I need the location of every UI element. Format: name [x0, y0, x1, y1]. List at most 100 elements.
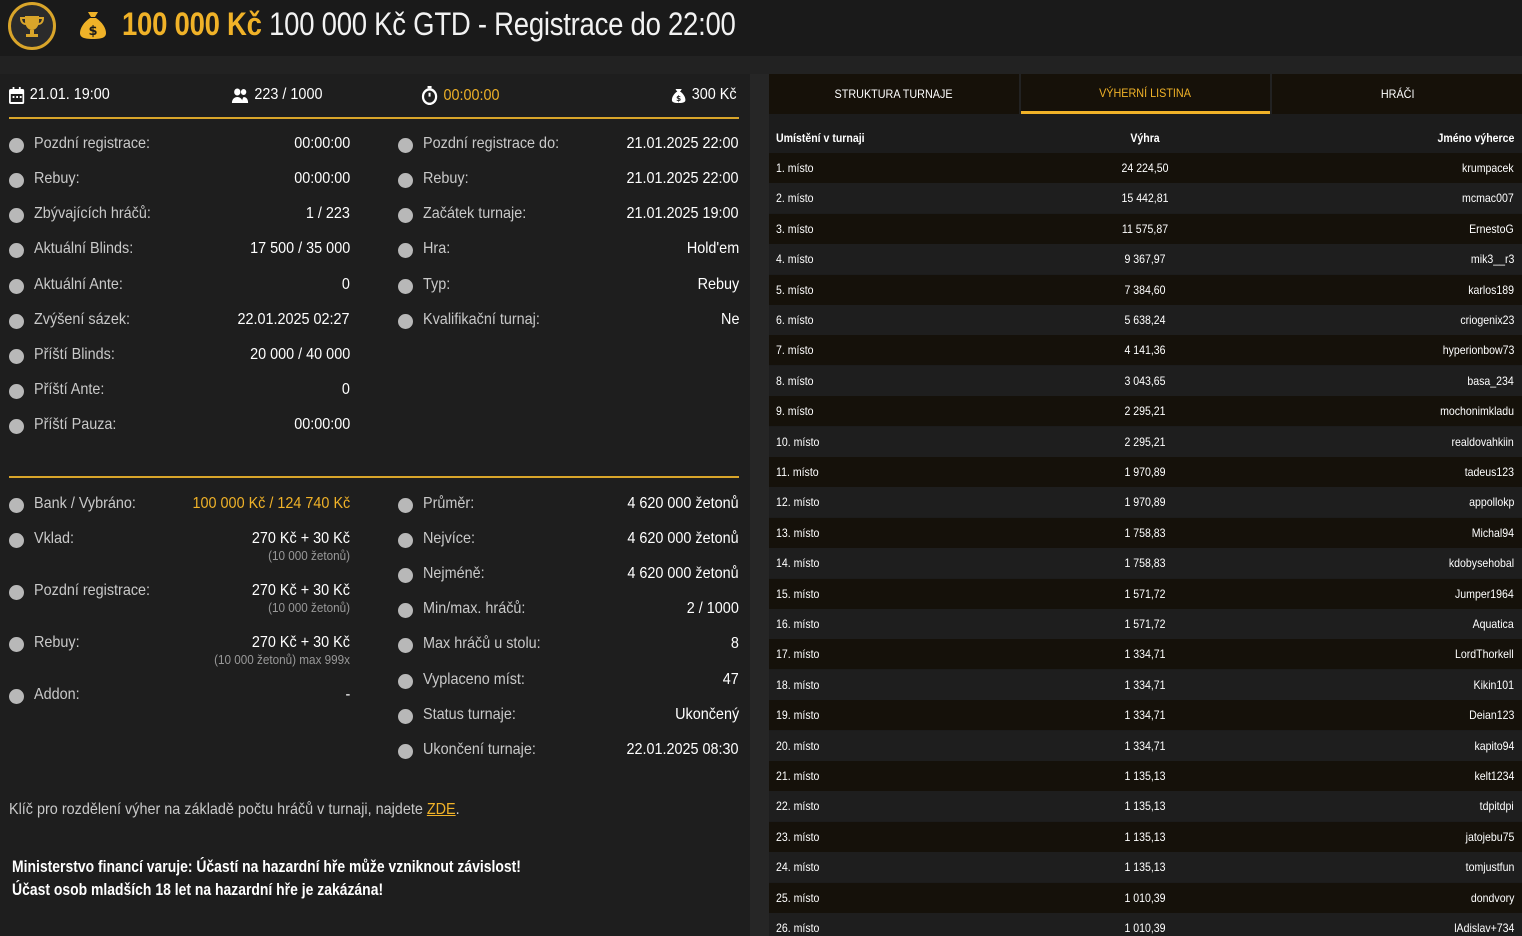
stack-average: Průměr: 4 620 000 žetonů: [398, 495, 739, 517]
cell-place: 4. místo: [776, 252, 814, 267]
summary-buyin-text: 300 Kč: [691, 86, 737, 103]
chips-icon: [9, 243, 24, 258]
table-icon: [398, 638, 413, 653]
money-late-registration: Pozdní registrace: 270 Kč + 30 Kč (10 000 …: [9, 582, 350, 615]
info-label: Zbývajících hráčů:: [34, 205, 151, 222]
cell-winner: tomjustfun: [1465, 860, 1514, 875]
summary-date: 21.01. 19:00: [9, 86, 110, 104]
money-rebuy: Rebuy: 270 Kč + 30 Kč (10 000 žetonů) max …: [9, 634, 350, 667]
cell-prize: 4 141,36: [1124, 343, 1166, 358]
payout-key-link[interactable]: ZDE: [427, 801, 456, 818]
tab-label: HRÁČI: [1380, 87, 1414, 101]
cell-place: 22. místo: [776, 799, 820, 814]
cell-place: 6. místo: [776, 313, 814, 327]
cell-place: 7. místo: [776, 343, 814, 358]
chips-icon: [9, 637, 24, 652]
money-value: 270 Kč + 30 Kč: [251, 530, 350, 547]
info-type: Typ: Rebuy: [398, 276, 739, 298]
chip-icon: [398, 568, 413, 583]
max-players-table: Max hráčů u stolu: 8: [398, 635, 739, 657]
money-label: Průměr:: [423, 495, 475, 512]
money-label: Nejméně:: [423, 565, 485, 582]
medal-icon: [398, 314, 413, 329]
cell-winner: mochonimkladu: [1440, 404, 1514, 419]
money-deposit: Vklad: 270 Kč + 30 Kč (10 000 žetonů): [9, 530, 350, 563]
cell-prize: 3 043,65: [1124, 373, 1166, 388]
tournament-info-panel: 21.01. 19:00 223 / 1000 00:00:00 $ 300 K…: [0, 74, 750, 936]
cell-prize: 1 135,13: [1124, 829, 1166, 844]
tournament-status: Status turnaje: Ukončený: [398, 706, 739, 728]
cell-winner: hyperionbow73: [1442, 343, 1514, 358]
divider: [9, 117, 739, 119]
info-label: Zvýšení sázek:: [34, 311, 131, 328]
money-sub: (10 000 žetonů) max 999x: [214, 652, 350, 667]
money-value: 4 620 000 žetonů: [627, 495, 739, 512]
chips-icon: [9, 173, 24, 188]
table-row: 11. místo 1 970,89 tadeus123: [769, 457, 1522, 487]
user-icon: [9, 138, 24, 153]
cell-prize: 1 758,83: [1124, 525, 1166, 540]
money-value: 8: [730, 635, 739, 652]
info-label: Kvalifikační turnaj:: [423, 311, 540, 328]
tab-payouts[interactable]: VÝHERNÍ LISTINA: [1020, 74, 1271, 114]
summary-buyin: $ 300 Kč: [671, 86, 737, 104]
gambling-warning-line1: Ministerstvo financí varuje: Účastí na h…: [12, 857, 521, 876]
cell-winner: LordThorkell: [1455, 647, 1514, 662]
cell-prize: 1 571,72: [1124, 617, 1166, 631]
cell-winner: dondvory: [1470, 890, 1514, 905]
cell-place: 18. místo: [776, 677, 820, 692]
cell-prize: 5 638,24: [1124, 313, 1166, 327]
tournament-end: Ukončení turnaje: 22.01.2025 08:30: [398, 741, 739, 763]
info-rebuy: Rebuy: 00:00:00: [9, 170, 350, 192]
cell-winner: Jumper1964: [1455, 586, 1514, 601]
title-text: 100 000 Kč GTD - Registrace do 22:00: [269, 6, 736, 42]
trophy-logo-icon: [8, 2, 56, 50]
summary-bar: 21.01. 19:00 223 / 1000 00:00:00 $ 300 K…: [9, 86, 739, 108]
cell-prize: 1 571,72: [1124, 586, 1166, 601]
title-prize: 100 000 Kč: [122, 6, 262, 42]
table-row: 24. místo 1 135,13 tomjustfun: [769, 852, 1522, 883]
info-label: Rebuy:: [423, 170, 469, 187]
cell-prize: 1 334,71: [1124, 738, 1166, 753]
money-sub: (10 000 žetonů): [268, 548, 350, 563]
cell-place: 12. místo: [776, 495, 820, 510]
bag-icon: [9, 498, 24, 513]
money-value: -: [345, 686, 350, 703]
money-value: Ukončený: [674, 706, 739, 723]
table-row: 15. místo 1 571,72 Jumper1964: [769, 578, 1522, 609]
coin-icon: [9, 585, 24, 600]
table-row: 18. místo 1 334,71 Kikin101: [769, 669, 1522, 700]
flag-icon: [398, 208, 413, 223]
money-label: Bank / Vybráno:: [34, 495, 136, 512]
chip-icon: [398, 533, 413, 548]
cell-winner: jatojebu75: [1465, 829, 1514, 844]
info-value: 22.01.2025 02:27: [237, 311, 350, 328]
info-value: 21.01.2025 22:00: [626, 170, 739, 187]
money-label: Rebuy:: [34, 634, 80, 651]
info-label: Příští Ante:: [34, 381, 105, 398]
cell-place: 9. místo: [776, 404, 814, 419]
summary-timer: 00:00:00: [421, 86, 500, 105]
cell-place: 19. místo: [776, 708, 820, 723]
info-label: Hra:: [423, 240, 451, 257]
header-place: Umístění v turnaji: [776, 131, 865, 145]
cell-place: 23. místo: [776, 829, 820, 844]
tab-players[interactable]: HRÁČI: [1272, 74, 1522, 114]
table-row: 21. místo 1 135,13 kelt1234: [769, 761, 1522, 791]
info-late-registration-until: Pozdní registrace do: 21.01.2025 22:00: [398, 135, 739, 157]
cell-place: 13. místo: [776, 525, 820, 540]
money-bank: Bank / Vybráno: 100 000 Kč / 124 740 Kč: [9, 495, 350, 517]
cell-winner: appollokp: [1468, 495, 1514, 510]
cell-prize: 9 367,97: [1124, 252, 1166, 267]
cell-prize: 7 384,60: [1124, 282, 1166, 297]
cell-place: 21. místo: [776, 769, 820, 783]
cell-place: 24. místo: [776, 860, 820, 875]
cell-winner: tadeus123: [1464, 465, 1514, 479]
tab-structure[interactable]: STRUKTURA TURNAJE: [769, 74, 1019, 114]
users-icon: [231, 88, 249, 103]
money-addon: Addon: -: [9, 686, 350, 708]
summary-date-text: 21.01. 19:00: [29, 86, 110, 103]
info-label: Aktuální Ante:: [34, 276, 123, 293]
cell-prize: 15 442,81: [1121, 191, 1169, 206]
cell-place: 14. místo: [776, 556, 820, 571]
